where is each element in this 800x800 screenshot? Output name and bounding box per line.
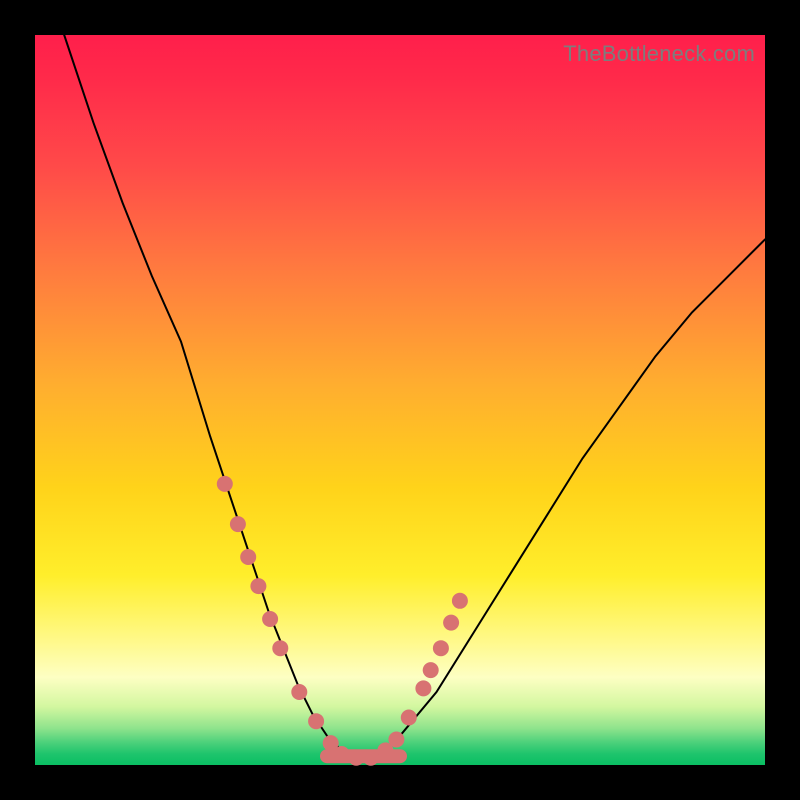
data-marker: [452, 593, 468, 609]
data-marker: [423, 662, 439, 678]
bottleneck-curve: [64, 35, 765, 758]
chart-frame: TheBottleneck.com: [0, 0, 800, 800]
data-marker: [433, 640, 449, 656]
data-marker: [388, 732, 404, 748]
data-marker: [272, 640, 288, 656]
curve-layer: [35, 35, 765, 765]
data-marker: [250, 578, 266, 594]
data-marker: [230, 516, 246, 532]
data-marker: [401, 710, 417, 726]
data-marker: [308, 713, 324, 729]
data-marker: [291, 684, 307, 700]
data-marker: [363, 750, 379, 766]
data-marker: [217, 476, 233, 492]
data-marker: [443, 615, 459, 631]
data-marker: [348, 750, 364, 766]
marker-group: [217, 476, 468, 766]
plot-area: TheBottleneck.com: [35, 35, 765, 765]
data-marker: [415, 680, 431, 696]
data-marker: [334, 746, 350, 762]
data-marker: [262, 611, 278, 627]
data-marker: [240, 549, 256, 565]
